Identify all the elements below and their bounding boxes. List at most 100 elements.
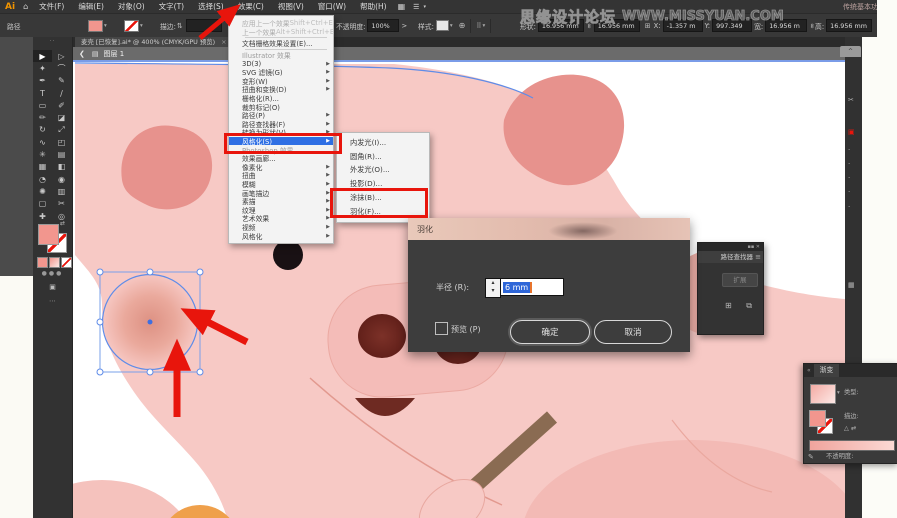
menu-bar-item[interactable]: 编辑(E)	[78, 1, 104, 12]
stroke-stepper[interactable]: ⇅	[177, 22, 183, 30]
symbol-sprayer-tool[interactable]: ✺	[33, 185, 52, 197]
perspective-grid-tool[interactable]: ▤	[52, 148, 71, 160]
dialog-title-bar[interactable]: 羽化	[408, 218, 690, 240]
effects-menu-item[interactable]: 风格化▶	[229, 231, 333, 240]
free-transform-tool[interactable]: ◰	[52, 136, 71, 148]
dock-scissors-icon[interactable]: ✂	[848, 96, 854, 104]
slice-tool[interactable]: ✂	[52, 198, 71, 210]
selection-tool[interactable]: ▶	[33, 50, 52, 62]
rotate-tool[interactable]: ↻	[33, 124, 52, 136]
workspace-menu-icon[interactable]: ☰	[413, 3, 419, 11]
dock-color-icon[interactable]: ▣	[848, 128, 855, 136]
gradient-tab[interactable]: 渐变	[814, 364, 840, 377]
pig-ear-left[interactable]	[121, 126, 212, 210]
ok-button[interactable]: 确定	[510, 320, 590, 344]
w-field[interactable]: 16.956 m	[765, 19, 807, 32]
width-tool[interactable]: ∿	[33, 136, 52, 148]
h-field[interactable]: 16.956 mm	[826, 19, 872, 32]
toolbar-grip[interactable]: ··	[33, 38, 72, 45]
angle-reverse-icons[interactable]: △ ⇄	[844, 425, 856, 432]
eyedropper-tool[interactable]: ◔	[33, 173, 52, 185]
exit-isolation-icon[interactable]: ❮	[79, 50, 85, 58]
menu-bar-item[interactable]: 文件(F)	[39, 1, 64, 12]
menu-bar-item[interactable]: 选择(S)	[198, 1, 224, 12]
effects-menu-item[interactable]: Illustrator 效果▶	[229, 51, 333, 60]
screen-mode-icon[interactable]: ▣	[33, 283, 72, 291]
opacity-field[interactable]: 100%	[367, 19, 399, 32]
pen-tool[interactable]: ✒	[33, 75, 52, 87]
link-dimensions-icon[interactable]: ∞	[585, 23, 593, 29]
home-icon[interactable]: ⌂	[23, 2, 28, 11]
shaper-tool[interactable]: ✏	[33, 111, 52, 123]
effects-menu-item[interactable]: 文档栅格效果设置(E)...▶	[229, 39, 333, 48]
opacity-more[interactable]: >	[401, 22, 407, 30]
expand-button[interactable]: 扩展	[722, 273, 758, 287]
app-logo[interactable]: Ai	[5, 2, 15, 12]
cancel-button[interactable]: 取消	[594, 320, 672, 344]
hand-tool[interactable]: ✚	[33, 210, 52, 222]
dock-panel-icon[interactable]: ·	[848, 188, 850, 196]
panel-menu-icon[interactable]: ≡	[755, 253, 761, 261]
style-swatch[interactable]	[436, 20, 449, 31]
color-button[interactable]	[37, 257, 48, 268]
stylize-submenu-item[interactable]: 圆角(R)...▶	[337, 150, 429, 164]
collapse-dock-icon[interactable]: ^	[840, 46, 861, 57]
dock-panel-icon[interactable]: ·	[848, 160, 850, 168]
rectangle-tool[interactable]: ▭	[33, 99, 52, 111]
paintbrush-tool[interactable]: ✐	[52, 99, 71, 111]
lasso-tool[interactable]: ⌒	[52, 62, 71, 74]
preview-label[interactable]: 预览 (P)	[451, 324, 481, 335]
swap-fill-stroke-icon[interactable]: ⇄	[60, 220, 65, 227]
radius-input[interactable]: 6 mm	[500, 278, 564, 296]
menu-bar-item[interactable]: 帮助(H)	[360, 1, 387, 12]
link-wh-icon[interactable]: ∞	[808, 23, 816, 29]
menu-bar-item[interactable]: 对象(O)	[118, 1, 145, 12]
eraser-tool[interactable]: ◪	[52, 111, 71, 123]
gradient-ramp[interactable]	[809, 440, 895, 451]
menu-bar-item[interactable]: 视图(V)	[278, 1, 304, 12]
pathfinder-tab[interactable]: 路径查找器	[698, 251, 763, 263]
preview-checkbox[interactable]	[435, 322, 448, 335]
workspace-switcher[interactable]: 传统基本功能	[843, 2, 877, 12]
dock-panel-icon[interactable]: ·	[848, 203, 850, 211]
document-tab[interactable]: 麦壳 [已恢复].ai* @ 400% (CMYK/GPU 预览) ×	[75, 36, 233, 47]
close-tab-icon[interactable]: ×	[221, 38, 226, 46]
stroke-dropdown-icon[interactable]: ▾	[140, 23, 143, 29]
fill-proxy[interactable]	[38, 224, 59, 245]
effects-menu-item[interactable]: 上一个效果Alt+Shift+Ctrl+E▶	[229, 28, 333, 37]
gradient-fill-proxy[interactable]	[809, 410, 826, 427]
dock-panel-icon[interactable]: ·	[848, 146, 850, 154]
mesh-tool[interactable]: ▦	[33, 161, 52, 173]
menu-bar-item[interactable]: 窗口(W)	[318, 1, 346, 12]
globe-icon[interactable]: ⊕	[459, 21, 466, 30]
fill-dropdown-icon[interactable]: ▾	[104, 23, 107, 29]
reference-point-icon[interactable]: ⊞	[645, 22, 651, 30]
menu-bar-item[interactable]: 效果(C)	[238, 1, 264, 12]
pig-eye[interactable]	[273, 240, 303, 270]
stroke-color-swatch[interactable]	[124, 20, 139, 32]
shape-builder-tool[interactable]: ✳	[33, 148, 52, 160]
y-field[interactable]: 997.349	[712, 19, 752, 32]
stroke-weight-field[interactable]: ▾	[186, 19, 222, 32]
x-field[interactable]: -1.357 m	[663, 19, 703, 32]
toolbar-more-icon[interactable]: ⋯	[33, 297, 72, 305]
magic-wand-tool[interactable]: ✦	[33, 62, 52, 74]
column-graph-tool[interactable]: ▥	[52, 185, 71, 197]
gradient-swatch[interactable]	[810, 384, 836, 404]
pathfinder-shape-mode-icons[interactable]: ⊞ ⧉	[725, 301, 758, 311]
panel-window-controls[interactable]: ▪▪ ✕	[698, 243, 763, 251]
shape-width-field[interactable]: 16.956 mm	[538, 19, 584, 32]
radius-stepper[interactable]: ▴▾	[485, 278, 501, 298]
curvature-tool[interactable]: ✎	[52, 75, 71, 87]
layout-icon[interactable]: ▦	[398, 2, 406, 11]
scale-tool[interactable]: ⤢	[52, 124, 71, 136]
gradient-swatch-dropdown-icon[interactable]: ▾	[837, 390, 840, 396]
dock-panel-icon[interactable]: ▦	[848, 281, 855, 289]
annotate-pencil-icon[interactable]: ✎	[808, 453, 814, 461]
drawing-modes[interactable]: ●●●	[33, 270, 72, 277]
none-button[interactable]	[61, 257, 72, 268]
artboard-tool[interactable]: ▢	[33, 198, 52, 210]
collapse-panel-icon[interactable]: «	[807, 367, 811, 374]
dock-panel-icon[interactable]: ·	[848, 174, 850, 182]
fill-color-swatch[interactable]	[88, 20, 103, 32]
